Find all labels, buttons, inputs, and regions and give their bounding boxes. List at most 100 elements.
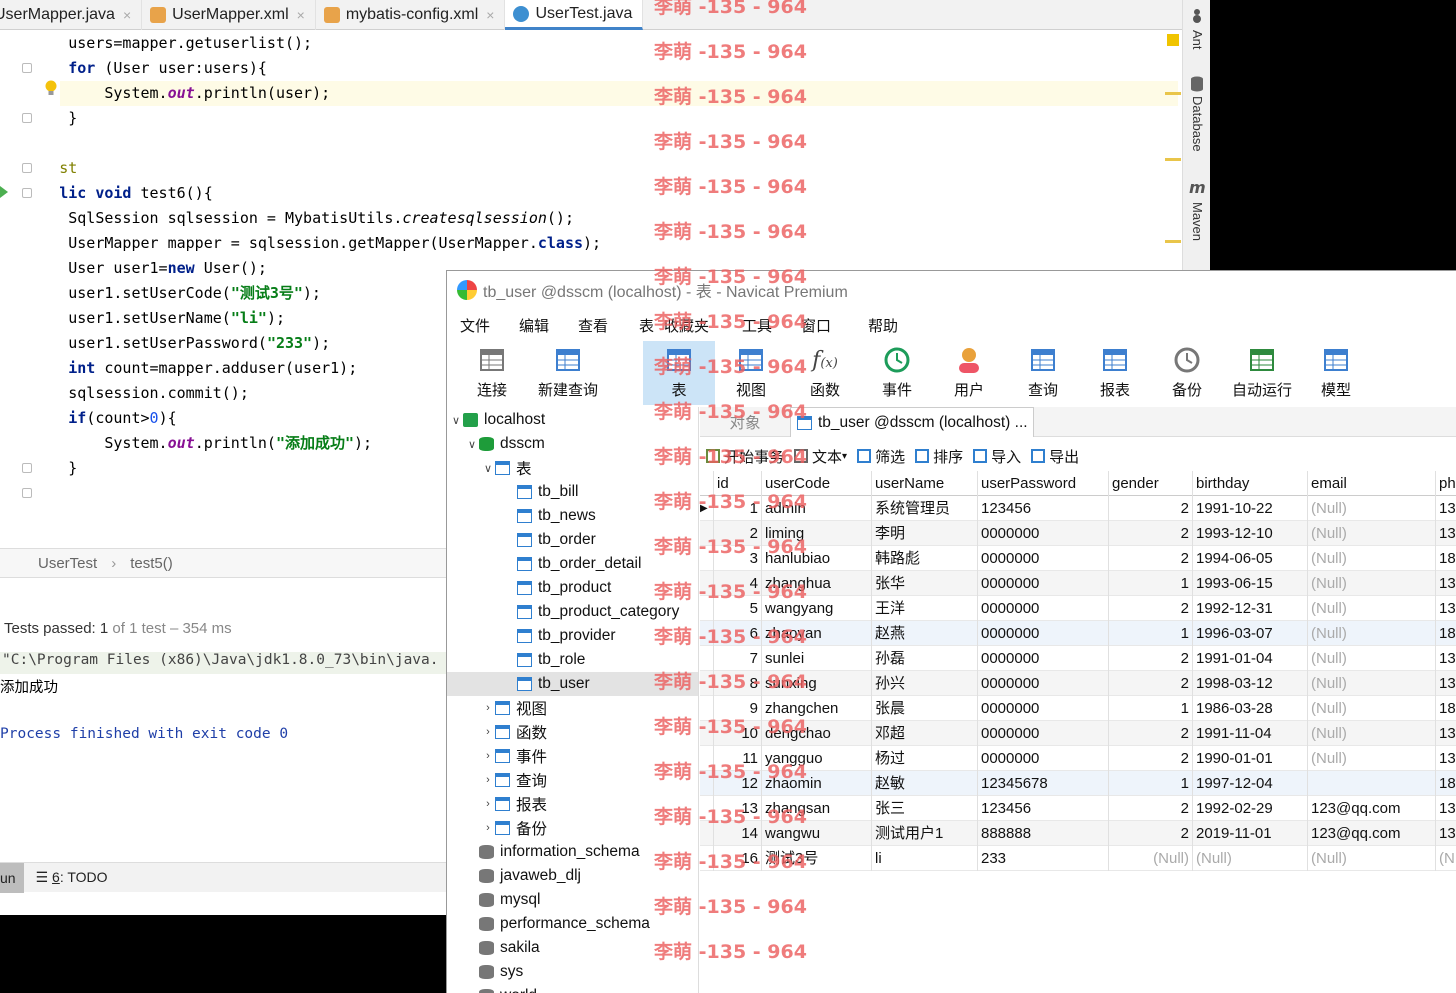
grid-cell[interactable]: 13 [1436, 746, 1456, 771]
chevron-right-icon[interactable]: › [481, 702, 495, 714]
warning-marker-icon[interactable] [1167, 34, 1179, 46]
grid-cell[interactable]: 13 [1436, 496, 1456, 521]
row-marker[interactable] [700, 771, 714, 796]
grid-cell[interactable]: 13 [1436, 521, 1456, 546]
menu-item[interactable]: 查看 [571, 311, 608, 336]
scroll-marker[interactable] [1165, 92, 1181, 95]
column-header-birthday[interactable]: birthday [1193, 471, 1308, 496]
table-row[interactable]: 4 zhanghua 张华 0000000 1 1993-06-15 (Null) 13 [700, 571, 1456, 596]
grid-cell[interactable]: 2 [1109, 596, 1193, 621]
grid-cell[interactable]: 1993-12-10 [1193, 521, 1308, 546]
tree-database-item[interactable]: world [447, 984, 698, 993]
fold-icon[interactable] [22, 463, 32, 473]
grid-cell[interactable]: 18 [1436, 771, 1456, 796]
grid-cell[interactable]: 1991-11-04 [1193, 721, 1308, 746]
column-header-gender[interactable]: gender [1109, 471, 1193, 496]
fold-icon[interactable] [22, 63, 32, 73]
toolbar-backup-button[interactable]: 备份 [1151, 341, 1223, 405]
toolbar-view-button[interactable]: 视图 [715, 341, 787, 405]
grid-cell[interactable]: liming [762, 521, 872, 546]
grid-cell[interactable]: (Null) [1308, 496, 1436, 521]
grid-cell[interactable]: 赵敏 [872, 771, 978, 796]
row-marker[interactable] [700, 621, 714, 646]
grid-cell[interactable]: 2 [1109, 646, 1193, 671]
grid-cell[interactable]: 0000000 [978, 646, 1109, 671]
grid-cell[interactable]: 0000000 [978, 671, 1109, 696]
grid-cell[interactable]: 测试3号 [762, 846, 872, 871]
chevron-right-icon[interactable]: › [481, 750, 495, 762]
grid-cell[interactable]: 测试用户1 [872, 821, 978, 846]
grid-cell[interactable]: (Null) [1308, 546, 1436, 571]
grid-cell[interactable]: 13 [1436, 796, 1456, 821]
grid-cell[interactable]: 0000000 [978, 571, 1109, 596]
grid-cell[interactable]: 1 [1109, 771, 1193, 796]
grid-cell[interactable]: 0000000 [978, 746, 1109, 771]
grid-cell[interactable]: 0000000 [978, 546, 1109, 571]
code-line[interactable]: UserMapper mapper = sqlsession.getMapper… [0, 231, 1178, 256]
table-row[interactable]: 16 测试3号 li 233 (Null) (Null) (Null) (N [700, 846, 1456, 871]
breadcrumb-class[interactable]: UserTest [38, 555, 97, 572]
grid-cell[interactable]: 14 [714, 821, 762, 846]
menu-item[interactable]: 编辑 [512, 311, 549, 336]
grid-cell[interactable]: 张三 [872, 796, 978, 821]
grid-cell[interactable]: 1994-06-05 [1193, 546, 1308, 571]
grid-cell[interactable]: (Null) [1308, 721, 1436, 746]
tab-objects[interactable]: 对象 [700, 407, 790, 437]
grid-cell[interactable]: 18 [1436, 696, 1456, 721]
grid-cell[interactable]: 1 [1109, 571, 1193, 596]
toolbar-schedule-button[interactable]: 自动运行 [1225, 341, 1299, 405]
row-marker[interactable] [700, 796, 714, 821]
grid-cell[interactable]: 2 [1109, 521, 1193, 546]
chevron-down-icon[interactable]: ▾ [842, 451, 847, 462]
grid-cell[interactable]: 3 [714, 546, 762, 571]
chevron-down-icon[interactable]: ∨ [465, 438, 479, 451]
row-marker[interactable] [700, 571, 714, 596]
menu-item[interactable]: 工具 [735, 311, 772, 336]
grid-cell[interactable]: (Null) [1308, 571, 1436, 596]
tool-ant[interactable]: Ant [1190, 30, 1205, 50]
menu-item[interactable]: 表 [632, 311, 654, 336]
grid-cell[interactable]: 0000000 [978, 596, 1109, 621]
grid-cell[interactable]: (Null) [1308, 646, 1436, 671]
code-line[interactable]: for (User user:users){ [0, 56, 1178, 81]
grid-cell[interactable]: 李明 [872, 521, 978, 546]
editor-tab[interactable]: mybatis-config.xml × [316, 0, 506, 30]
grid-cell[interactable]: (Null) [1109, 846, 1193, 871]
code-line[interactable]: public void test6(){ [0, 181, 1178, 206]
row-marker[interactable] [700, 596, 714, 621]
fold-icon[interactable] [22, 163, 32, 173]
code-line[interactable]: } [0, 106, 1178, 131]
code-line[interactable]: @Test [0, 156, 1178, 181]
row-marker[interactable] [700, 646, 714, 671]
grid-cell[interactable]: 13 [1436, 646, 1456, 671]
grid-text-button[interactable]: 文本 ▾ [794, 446, 847, 467]
grid-cell[interactable]: 韩路彪 [872, 546, 978, 571]
grid-cell[interactable]: 10 [714, 721, 762, 746]
table-row[interactable]: 9 zhangchen 张晨 0000000 1 1986-03-28 (Null) 18 [700, 696, 1456, 721]
code-line[interactable]: users=mapper.getuserlist(); [0, 31, 1178, 56]
todo-tool-button[interactable]: ☰ 6: TODO [36, 869, 108, 886]
grid-cell[interactable]: 1996-03-07 [1193, 621, 1308, 646]
grid-cell[interactable]: 0000000 [978, 621, 1109, 646]
tree-table-item[interactable]: tb_order_detail [447, 552, 698, 576]
toolbar-table-button[interactable]: 表 [643, 341, 715, 405]
grid-cell[interactable]: 13 [1436, 571, 1456, 596]
grid-cell[interactable]: 邓超 [872, 721, 978, 746]
grid-sort-button[interactable]: 排序 [915, 446, 963, 467]
grid-cell[interactable]: 孙兴 [872, 671, 978, 696]
tree-table-item[interactable]: tb_news [447, 504, 698, 528]
grid-cell[interactable]: 1992-12-31 [1193, 596, 1308, 621]
toolbar-report-button[interactable]: 报表 [1079, 341, 1151, 405]
grid-cell[interactable]: 2 [1109, 546, 1193, 571]
grid-cell[interactable]: hanlubiao [762, 546, 872, 571]
row-marker[interactable] [700, 696, 714, 721]
grid-cell[interactable]: 13 [1436, 821, 1456, 846]
row-marker[interactable] [700, 671, 714, 696]
grid-transaction-button[interactable]: 开始事务 [706, 446, 784, 467]
grid-cell[interactable]: 18 [1436, 621, 1456, 646]
grid-cell[interactable]: 16 [714, 846, 762, 871]
grid-cell[interactable]: 123456 [978, 496, 1109, 521]
grid-cell[interactable]: 张华 [872, 571, 978, 596]
grid-cell[interactable]: zhaomin [762, 771, 872, 796]
column-header-userCode[interactable]: userCode [762, 471, 872, 496]
